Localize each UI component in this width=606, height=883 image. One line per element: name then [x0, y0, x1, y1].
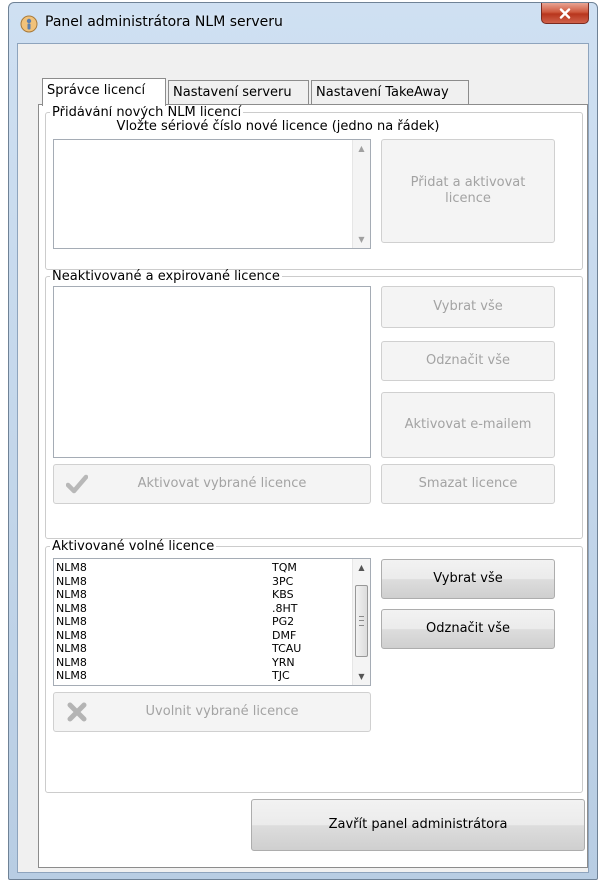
tab-takeaway-settings[interactable]: Nastavení TakeAway	[311, 80, 469, 106]
license-prefix: NLM8	[56, 642, 87, 655]
license-suffix: KBS	[272, 588, 294, 601]
tab-label: Nastavení TakeAway	[316, 85, 449, 100]
active-list-scrollbar[interactable]: ▲ ▼	[352, 559, 370, 685]
close-admin-panel-label: Zavřít panel administrátora	[328, 817, 508, 832]
close-icon	[559, 7, 571, 19]
license-prefix: NLM8	[56, 669, 87, 682]
delete-licenses-label: Smazat licence	[418, 476, 518, 491]
window-title: Panel administrátora NLM serveru	[45, 14, 283, 30]
scroll-up-icon[interactable]: ▲	[353, 559, 370, 576]
license-prefix: NLM8	[56, 655, 87, 669]
serial-number-input[interactable]: ▲ ▼	[53, 139, 371, 249]
license-suffix: 3PC	[272, 574, 294, 588]
close-button[interactable]	[541, 3, 589, 24]
release-selected-button[interactable]: Uvolnit vybrané licence	[53, 692, 371, 732]
add-licenses-legend: Přidávání nových NLM licencí	[52, 105, 242, 120]
app-icon	[20, 15, 38, 33]
license-suffix: PG2	[272, 615, 295, 628]
license-suffix: DMF	[272, 628, 297, 642]
license-prefix: NLM8	[56, 561, 87, 574]
inactive-select-all-button[interactable]: Vybrat vše	[381, 286, 555, 328]
license-prefix: NLM8	[56, 615, 87, 628]
serial-input-scrollbar[interactable]: ▲ ▼	[352, 140, 370, 248]
inactive-select-all-label: Vybrat vše	[433, 299, 503, 314]
tab-license-manager[interactable]: Správce licencí	[42, 78, 166, 106]
license-manager-panel: Přidávání nových NLM licencí Vložte séri…	[38, 104, 588, 868]
active-licenses-legend: Aktivované volné licence	[52, 539, 215, 554]
delete-licenses-button[interactable]: Smazat licence	[381, 464, 555, 504]
tab-server-settings[interactable]: Nastavení serveru	[168, 80, 309, 106]
license-prefix: NLM8	[56, 628, 87, 642]
scroll-up-icon[interactable]: ▲	[353, 140, 370, 157]
add-licenses-hint: Vložte sériové číslo nové licence (jedno…	[116, 119, 440, 134]
title-bar[interactable]: Panel administrátora NLM serveru	[9, 3, 597, 43]
scroll-down-icon[interactable]: ▼	[353, 668, 370, 685]
active-select-all-button[interactable]: Vybrat vše	[381, 559, 555, 599]
release-selected-label: Uvolnit vybrané licence	[145, 704, 299, 719]
activate-selected-label: Aktivovat vybrané licence	[137, 476, 307, 491]
dialog-client-area: Správce licencí Nastavení serveru Nastav…	[17, 43, 589, 873]
activate-selected-button[interactable]: Aktivovat vybrané licence	[53, 464, 371, 504]
active-deselect-all-button[interactable]: Odznačit vše	[381, 609, 555, 649]
scroll-thumb[interactable]	[355, 585, 368, 657]
activate-email-button[interactable]: Aktivovat e-mailem	[381, 392, 555, 458]
active-licenses-list[interactable]: NLM8 TQM NLM8 3PC NLM8 KBS NLM8 .8HT NLM8 PG2 NLM8…	[53, 558, 371, 686]
license-suffix: TCAU	[272, 642, 302, 655]
scroll-down-icon[interactable]: ▼	[353, 231, 370, 248]
add-activate-button[interactable]: Přidat a aktivovat licence	[381, 139, 555, 243]
tab-label: Správce licencí	[47, 83, 146, 98]
license-prefix: NLM8	[56, 574, 87, 588]
license-suffix: TJC	[272, 669, 290, 682]
close-admin-panel-button[interactable]: Zavřít panel administrátora	[251, 799, 585, 851]
license-suffix: .8HT	[272, 601, 298, 615]
release-x-icon	[67, 702, 87, 722]
license-suffix: YRN	[272, 655, 295, 669]
add-activate-label: Přidat a aktivovat licence	[410, 175, 526, 206]
active-deselect-all-label: Odznačit vše	[426, 621, 510, 636]
inactive-deselect-all-button[interactable]: Odznačit vše	[381, 341, 555, 381]
inactive-deselect-all-label: Odznačit vše	[426, 353, 510, 368]
license-prefix: NLM8	[56, 588, 87, 601]
license-prefix: NLM8	[56, 601, 87, 615]
active-select-all-label: Vybrat vše	[433, 571, 503, 586]
scroll-grip-icon	[359, 616, 364, 626]
license-suffix: TQM	[272, 561, 297, 574]
inactive-licenses-legend: Neaktivované a expirované licence	[52, 269, 280, 284]
activate-email-label: Aktivovat e-mailem	[404, 417, 532, 432]
tab-label: Nastavení serveru	[173, 85, 292, 100]
admin-window: Panel administrátora NLM serveru Správce…	[8, 2, 598, 880]
checkmark-icon	[66, 474, 88, 494]
inactive-licenses-list[interactable]	[53, 286, 371, 458]
